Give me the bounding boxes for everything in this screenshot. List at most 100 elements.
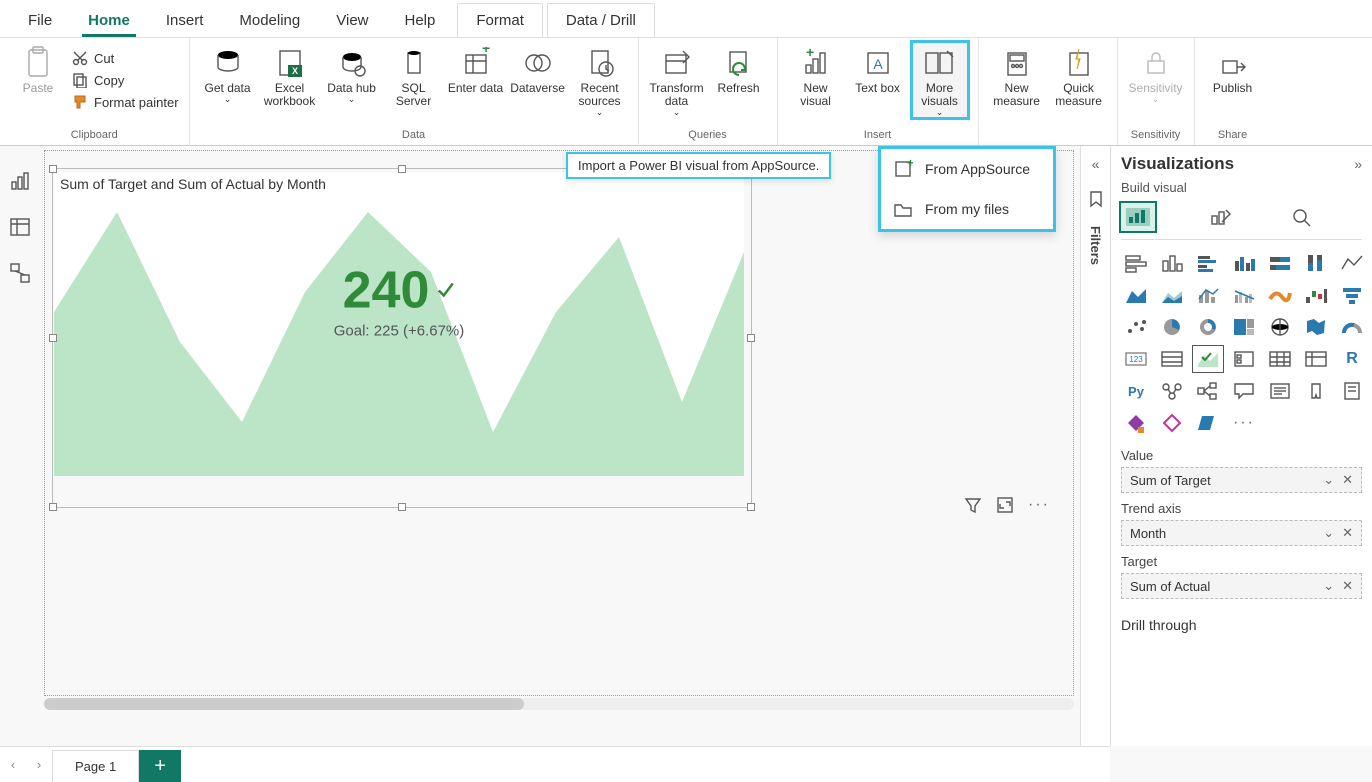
build-tab[interactable] bbox=[1121, 203, 1155, 231]
resize-handle[interactable] bbox=[398, 165, 406, 173]
bookmark-icon[interactable] bbox=[1087, 190, 1105, 208]
viz-multi-card[interactable] bbox=[1157, 346, 1187, 372]
data-hub-button[interactable]: Data hub⌄ bbox=[324, 42, 380, 105]
tab-view[interactable]: View bbox=[318, 4, 386, 37]
viz-stacked-area[interactable] bbox=[1157, 282, 1187, 308]
resize-handle[interactable] bbox=[747, 503, 755, 511]
viz-decomp-tree[interactable] bbox=[1193, 378, 1223, 404]
menu-from-my-files[interactable]: From my files bbox=[881, 189, 1053, 229]
viz-line[interactable] bbox=[1337, 250, 1367, 276]
resize-handle[interactable] bbox=[49, 165, 57, 173]
chevron-down-icon[interactable]: ⌄ bbox=[1323, 578, 1334, 594]
viz-card[interactable]: 123 bbox=[1121, 346, 1151, 372]
tab-help[interactable]: Help bbox=[387, 4, 454, 37]
excel-button[interactable]: XExcel workbook bbox=[262, 42, 318, 108]
viz-pie[interactable] bbox=[1157, 314, 1187, 340]
publish-button[interactable]: Publish bbox=[1205, 42, 1261, 95]
viz-slicer[interactable] bbox=[1229, 346, 1259, 372]
viz-gauge[interactable] bbox=[1337, 314, 1367, 340]
remove-icon[interactable]: ✕ bbox=[1342, 525, 1353, 541]
menu-from-appsource[interactable]: + From AppSource bbox=[881, 149, 1053, 189]
remove-icon[interactable]: ✕ bbox=[1342, 578, 1353, 594]
tab-format[interactable]: Format bbox=[457, 3, 543, 37]
data-view-icon[interactable] bbox=[9, 216, 31, 238]
viz-donut[interactable] bbox=[1193, 314, 1223, 340]
viz-area[interactable] bbox=[1121, 282, 1151, 308]
more-options-icon[interactable]: ··· bbox=[1028, 496, 1050, 514]
text-box-button[interactable]: AText box bbox=[850, 42, 906, 95]
new-visual-button[interactable]: +New visual bbox=[788, 42, 844, 108]
new-measure-button[interactable]: New measure bbox=[989, 42, 1045, 108]
viz-filled-map[interactable] bbox=[1301, 314, 1331, 340]
trend-field-well[interactable]: Month⌄✕ bbox=[1121, 520, 1362, 546]
expand-viz-icon[interactable]: » bbox=[1354, 156, 1362, 172]
tab-home[interactable]: Home bbox=[70, 4, 148, 37]
analytics-tab[interactable] bbox=[1285, 203, 1319, 231]
viz-waterfall[interactable] bbox=[1301, 282, 1331, 308]
resize-handle[interactable] bbox=[398, 503, 406, 511]
format-tab[interactable] bbox=[1203, 203, 1237, 231]
canvas[interactable]: Sum of Target and Sum of Actual by Month… bbox=[40, 146, 1080, 746]
viz-matrix[interactable] bbox=[1301, 346, 1331, 372]
expand-filters-icon[interactable]: « bbox=[1092, 156, 1100, 172]
recent-sources-button[interactable]: Recent sources⌄ bbox=[572, 42, 628, 118]
get-data-button[interactable]: Get data⌄ bbox=[200, 42, 256, 105]
viz-100-column[interactable] bbox=[1301, 250, 1331, 276]
next-page-button[interactable]: › bbox=[26, 747, 52, 782]
chevron-down-icon[interactable]: ⌄ bbox=[1323, 472, 1334, 488]
viz-kpi[interactable] bbox=[1193, 346, 1223, 372]
chevron-down-icon[interactable]: ⌄ bbox=[1323, 525, 1334, 541]
viz-ribbon[interactable] bbox=[1265, 282, 1295, 308]
viz-narrative[interactable] bbox=[1265, 378, 1295, 404]
more-visuals-button[interactable]: More visuals⌄ bbox=[912, 42, 968, 118]
viz-stacked-column[interactable] bbox=[1157, 250, 1187, 276]
enter-data-button[interactable]: +Enter data bbox=[448, 42, 504, 95]
quick-measure-button[interactable]: Quick measure bbox=[1051, 42, 1107, 108]
viz-funnel[interactable] bbox=[1337, 282, 1367, 308]
viz-paginated[interactable] bbox=[1337, 378, 1367, 404]
page-tab-1[interactable]: Page 1 bbox=[52, 750, 139, 782]
resize-handle[interactable] bbox=[49, 503, 57, 511]
cut-button[interactable]: Cut bbox=[72, 48, 179, 68]
viz-line-clustered[interactable] bbox=[1229, 282, 1259, 308]
viz-clustered-bar[interactable] bbox=[1193, 250, 1223, 276]
viz-py[interactable]: Py bbox=[1121, 378, 1151, 404]
paste-button[interactable]: Paste bbox=[10, 42, 66, 95]
viz-map[interactable] bbox=[1265, 314, 1295, 340]
copy-button[interactable]: Copy bbox=[72, 70, 179, 90]
transform-data-button[interactable]: Transform data⌄ bbox=[649, 42, 705, 118]
viz-power-automate[interactable] bbox=[1157, 410, 1187, 436]
viz-get-more[interactable]: ··· bbox=[1229, 410, 1259, 436]
value-field-well[interactable]: Sum of Target⌄✕ bbox=[1121, 467, 1362, 493]
viz-scatter[interactable] bbox=[1121, 314, 1151, 340]
viz-r[interactable]: R bbox=[1337, 346, 1367, 372]
dataverse-button[interactable]: Dataverse bbox=[510, 42, 566, 95]
viz-qa[interactable] bbox=[1229, 378, 1259, 404]
resize-handle[interactable] bbox=[49, 334, 57, 342]
viz-line-column[interactable] bbox=[1193, 282, 1223, 308]
filter-icon[interactable] bbox=[964, 496, 982, 514]
viz-goals[interactable] bbox=[1301, 378, 1331, 404]
viz-100-bar[interactable] bbox=[1265, 250, 1295, 276]
report-view-icon[interactable] bbox=[9, 170, 31, 192]
focus-icon[interactable] bbox=[996, 496, 1014, 514]
viz-stacked-bar[interactable] bbox=[1121, 250, 1151, 276]
viz-table[interactable] bbox=[1265, 346, 1295, 372]
h-scrollbar[interactable] bbox=[44, 698, 1074, 710]
resize-handle[interactable] bbox=[747, 334, 755, 342]
sql-server-button[interactable]: SQL Server bbox=[386, 42, 442, 108]
sensitivity-button[interactable]: Sensitivity⌄ bbox=[1128, 42, 1184, 105]
viz-key-influencers[interactable] bbox=[1157, 378, 1187, 404]
tab-modeling[interactable]: Modeling bbox=[221, 4, 318, 37]
model-view-icon[interactable] bbox=[9, 262, 31, 284]
viz-power-apps[interactable] bbox=[1121, 410, 1151, 436]
add-page-button[interactable]: + bbox=[139, 750, 181, 782]
viz-treemap[interactable] bbox=[1229, 314, 1259, 340]
viz-clustered-column[interactable] bbox=[1229, 250, 1259, 276]
viz-azure-map[interactable] bbox=[1193, 410, 1223, 436]
remove-icon[interactable]: ✕ bbox=[1342, 472, 1353, 488]
prev-page-button[interactable]: ‹ bbox=[0, 747, 26, 782]
tab-data-drill[interactable]: Data / Drill bbox=[547, 3, 655, 37]
tab-insert[interactable]: Insert bbox=[148, 4, 222, 37]
filters-label[interactable]: Filters bbox=[1088, 226, 1103, 265]
